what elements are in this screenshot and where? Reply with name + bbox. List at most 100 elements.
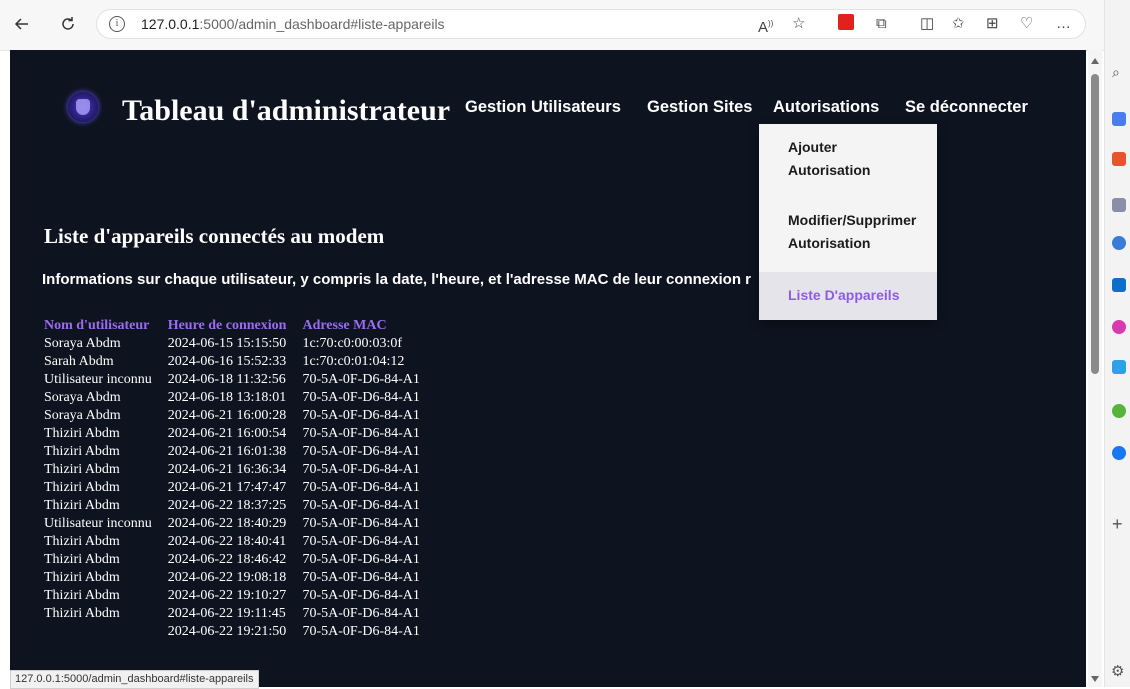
cell-connection-time: 2024-06-18 13:18:01 xyxy=(167,390,287,405)
favorites-icon[interactable]: ✩ xyxy=(952,16,965,32)
sidebar-app-icon[interactable] xyxy=(1112,112,1126,126)
menu-item-label: Ajouter xyxy=(788,139,837,155)
settings-icon[interactable]: ⚙ xyxy=(1111,662,1124,680)
table-row: Soraya Abdm 2024-06-15 15:15:50 1c:70:c0:0… xyxy=(44,335,436,353)
collections-icon[interactable]: ⊞ xyxy=(986,16,999,32)
sidebar-app-icon[interactable] xyxy=(1112,320,1126,334)
table-row: Thiziri Abdm 2024-06-21 16:36:34 70-5A-0F-… xyxy=(44,461,436,479)
column-header-mac: Adresse MAC xyxy=(302,317,387,333)
table-row: Thiziri Abdm 2024-06-21 16:00:54 70-5A-0F-… xyxy=(44,425,436,443)
cell-connection-time: 2024-06-21 16:36:34 xyxy=(167,462,287,477)
browser-toolbar: i 127.0.0.1:5000/admin_dashboard#liste-a… xyxy=(0,0,1130,51)
back-icon[interactable] xyxy=(8,10,36,38)
table-row: Thiziri Abdm 2024-06-22 19:08:18 70-5A-0F-… xyxy=(44,569,436,587)
browser-essentials-icon[interactable]: ♡ xyxy=(1020,16,1033,32)
cell-connection-time: 2024-06-22 19:10:27 xyxy=(167,588,287,603)
cell-connection-time: 2024-06-21 17:47:47 xyxy=(167,480,287,495)
nav-gestion-sites[interactable]: Gestion Sites xyxy=(647,98,752,117)
cell-mac: 1c:70:c0:01:04:12 xyxy=(302,354,405,369)
cell-connection-time: 2024-06-22 19:11:45 xyxy=(167,606,286,621)
cell-username: Thiziri Abdm xyxy=(44,570,120,585)
sidebar-app-icon[interactable] xyxy=(1112,198,1126,212)
extensions-puzzle-icon[interactable]: ⧉ xyxy=(876,16,887,32)
cell-username: Thiziri Abdm xyxy=(44,444,120,459)
cell-connection-time: 2024-06-21 16:01:38 xyxy=(167,444,287,459)
cell-username: Thiziri Abdm xyxy=(44,534,120,549)
cell-username: Thiziri Abdm xyxy=(44,606,120,621)
split-screen-icon[interactable]: ◫ xyxy=(920,16,934,32)
info-icon[interactable]: i xyxy=(109,16,125,32)
url-host: 127.0.0.1 xyxy=(141,16,200,32)
table-row: Thiziri Abdm 2024-06-22 18:40:41 70-5A-0F-… xyxy=(44,533,436,551)
table-header-row: Nom d'utilisateur Heure de connexion Adr… xyxy=(44,316,436,335)
table-row: Soraya Abdm 2024-06-18 13:18:01 70-5A-0F-D… xyxy=(44,389,436,407)
nav-se-deconnecter[interactable]: Se déconnecter xyxy=(905,98,1028,117)
read-aloud-icon[interactable]: A)) xyxy=(758,16,773,36)
menu-item-ajouter-autorisation[interactable]: Ajouter Autorisation xyxy=(759,136,937,182)
cell-connection-time: 2024-06-22 18:46:42 xyxy=(167,552,287,567)
address-url[interactable]: 127.0.0.1:5000/admin_dashboard#liste-app… xyxy=(141,16,445,32)
cell-username: Thiziri Abdm xyxy=(44,426,120,441)
cell-connection-time: 2024-06-22 18:40:29 xyxy=(167,516,287,531)
search-icon[interactable]: ⌕ xyxy=(1112,64,1120,81)
cell-connection-time: 2024-06-18 11:32:56 xyxy=(167,372,286,387)
cell-connection-time: 2024-06-22 19:08:18 xyxy=(167,570,287,585)
sidebar-app-icon[interactable] xyxy=(1112,404,1126,418)
cell-mac: 70-5A-0F-D6-84-A1 xyxy=(302,516,420,531)
refresh-icon[interactable] xyxy=(54,10,82,38)
cell-connection-time: 2024-06-15 15:15:50 xyxy=(167,336,287,351)
cell-connection-time: 2024-06-22 18:37:25 xyxy=(167,498,287,513)
page-scrollbar[interactable] xyxy=(1088,50,1102,687)
cell-mac: 70-5A-0F-D6-84-A1 xyxy=(302,552,420,567)
cell-mac: 70-5A-0F-D6-84-A1 xyxy=(302,426,420,441)
plus-icon[interactable]: + xyxy=(1112,514,1123,535)
table-row: Thiziri Abdm 2024-06-22 19:10:27 70-5A-0F-… xyxy=(44,587,436,605)
table-row: Thiziri Abdm 2024-06-22 18:37:25 70-5A-0F-… xyxy=(44,497,436,515)
scroll-down-icon[interactable] xyxy=(1091,676,1099,682)
sidebar-app-icon[interactable] xyxy=(1112,278,1126,292)
column-header-connection-time: Heure de connexion xyxy=(167,317,287,333)
cell-mac: 70-5A-0F-D6-84-A1 xyxy=(302,390,420,405)
table-row: Utilisateur inconnu 2024-06-22 18:40:29 70… xyxy=(44,515,436,533)
cell-username: Sarah Abdm xyxy=(44,354,114,369)
cell-username: Thiziri Abdm xyxy=(44,552,120,567)
sidebar-app-icon[interactable] xyxy=(1112,446,1126,460)
address-bar[interactable]: i 127.0.0.1:5000/admin_dashboard#liste-a… xyxy=(96,9,1086,39)
sidebar-app-icon[interactable] xyxy=(1112,152,1126,166)
cell-mac: 70-5A-0F-D6-84-A1 xyxy=(302,462,420,477)
cell-username: Utilisateur inconnu xyxy=(44,372,152,387)
cell-connection-time: 2024-06-16 15:52:33 xyxy=(167,354,287,369)
table-row: Soraya Abdm 2024-06-21 16:00:28 70-5A-0F-D… xyxy=(44,407,436,425)
menu-item-label: Autorisation xyxy=(788,235,871,251)
table-row: Sarah Abdm 2024-06-16 15:52:33 1c:70:c0:01… xyxy=(44,353,436,371)
page-viewport: Tableau d'administrateur Gestion Utilisa… xyxy=(10,50,1086,687)
menu-item-modifier-supprimer-autorisation[interactable]: Modifier/Supprimer Autorisation xyxy=(759,209,937,255)
extension-icon[interactable] xyxy=(838,14,854,30)
cell-mac: 70-5A-0F-D6-84-A1 xyxy=(302,570,420,585)
cell-username: Soraya Abdm xyxy=(44,408,121,423)
nav-gestion-utilisateurs[interactable]: Gestion Utilisateurs xyxy=(465,98,621,117)
cell-connection-time: 2024-06-21 16:00:28 xyxy=(167,408,287,423)
cell-username: Thiziri Abdm xyxy=(44,588,120,603)
cell-mac: 70-5A-0F-D6-84-A1 xyxy=(302,588,420,603)
section-subtitle: Informations sur chaque utilisateur, y c… xyxy=(42,271,751,288)
scroll-up-icon[interactable] xyxy=(1091,58,1099,64)
menu-item-label: Autorisation xyxy=(788,162,871,178)
devices-table: Nom d'utilisateur Heure de connexion Adr… xyxy=(44,316,436,641)
cell-username: Thiziri Abdm xyxy=(44,498,120,513)
cell-connection-time: 2024-06-22 19:21:50 xyxy=(167,624,287,639)
sidebar-app-icon[interactable] xyxy=(1112,236,1126,250)
autorisations-dropdown: Ajouter Autorisation Modifier/Supprimer … xyxy=(759,124,937,320)
favorite-star-icon[interactable]: ☆ xyxy=(792,16,805,32)
cell-username: Soraya Abdm xyxy=(44,390,121,405)
cell-mac: 70-5A-0F-D6-84-A1 xyxy=(302,498,420,513)
cell-connection-time: 2024-06-22 18:40:41 xyxy=(167,534,287,549)
nav-autorisations[interactable]: Autorisations xyxy=(773,98,879,117)
menu-item-liste-appareils[interactable]: Liste D'appareils xyxy=(759,272,937,320)
table-row: Thiziri Abdm 2024-06-21 17:47:47 70-5A-0F-… xyxy=(44,479,436,497)
cell-username: Soraya Abdm xyxy=(44,336,121,351)
scrollbar-thumb[interactable] xyxy=(1091,74,1099,374)
shield-logo-icon xyxy=(68,92,98,122)
more-icon[interactable]: … xyxy=(1056,16,1071,32)
sidebar-app-icon[interactable] xyxy=(1112,360,1126,374)
